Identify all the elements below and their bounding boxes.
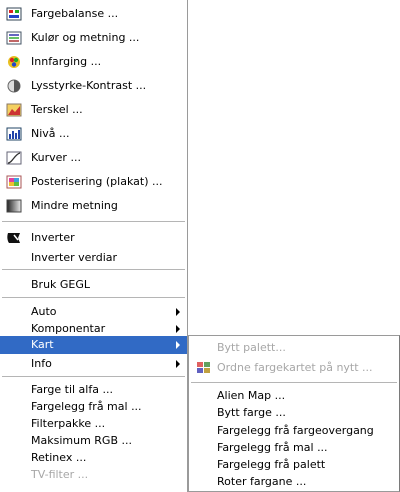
invert-icon	[6, 231, 22, 245]
menu-item-levels[interactable]: Nivå ...	[0, 124, 187, 144]
menu-item-use-gegl[interactable]: Bruk GEGL	[0, 275, 187, 295]
color-balance-icon	[6, 7, 22, 21]
menu-item-label: Nivå ...	[31, 127, 70, 140]
hue-saturation-icon	[6, 31, 22, 45]
menu-item-label: Inverter	[31, 231, 75, 244]
submenu-item-rearrange-colormap[interactable]: Ordne fargekartet på nytt ...	[189, 358, 399, 378]
menu-item-curves[interactable]: Kurver ...	[0, 148, 187, 168]
menu-item-threshold[interactable]: Terskel ...	[0, 100, 187, 120]
menu-item-brightness-contrast[interactable]: Lysstyrke-Kontrast ...	[0, 76, 187, 96]
menu-separator	[2, 221, 185, 222]
rearrange-colormap-icon	[196, 361, 212, 375]
desaturate-icon	[6, 199, 22, 213]
curves-icon	[6, 151, 22, 165]
menu-separator	[191, 382, 397, 383]
menu-separator	[2, 269, 185, 270]
menu-item-label: Inverter verdiar	[31, 251, 118, 264]
menu-item-label: Posterisering (plakat) ...	[31, 175, 163, 188]
menu-item-colorize[interactable]: Innfarging ...	[0, 52, 187, 72]
menu-item-tv-filter[interactable]: TV-filter ...	[0, 465, 187, 485]
submenu-arrow-icon	[176, 341, 180, 349]
menu-item-label: Kart	[31, 338, 54, 351]
submenu-arrow-icon	[176, 325, 180, 333]
menu-item-label: Ordne fargekartet på nytt ...	[217, 361, 373, 374]
menu-item-color-balance[interactable]: Fargebalanse ...	[0, 4, 187, 24]
colorize-icon	[6, 55, 22, 69]
submenu-arrow-icon	[176, 360, 180, 368]
colors-menu: Fargebalanse ... Kulør og metning ... In…	[0, 0, 188, 492]
submenu-item-rotate-colors[interactable]: Roter fargane ...	[189, 472, 399, 492]
menu-item-hue-saturation[interactable]: Kulør og metning ...	[0, 28, 187, 48]
menu-item-label: Bytt palett...	[217, 341, 286, 354]
threshold-icon	[6, 103, 22, 117]
map-submenu: Bytt palett... Ordne fargekartet på nytt…	[188, 335, 400, 492]
menu-item-label: Bytt farge ...	[217, 406, 286, 419]
levels-icon	[6, 127, 22, 141]
submenu-arrow-icon	[176, 308, 180, 316]
menu-item-info[interactable]: Info	[0, 354, 187, 374]
menu-item-map[interactable]: Kart	[0, 336, 187, 354]
menu-item-label: Roter fargane ...	[217, 475, 307, 488]
menu-item-label: Fargebalanse ...	[31, 7, 119, 20]
menu-item-invert[interactable]: Inverter	[0, 228, 187, 248]
menu-separator	[2, 297, 185, 298]
menu-item-desaturate[interactable]: Mindre metning	[0, 196, 187, 216]
menu-item-label: Terskel ...	[31, 103, 83, 116]
menu-item-label: Kurver ...	[31, 151, 81, 164]
menu-item-label: Innfarging ...	[31, 55, 102, 68]
posterize-icon	[6, 175, 22, 189]
submenu-item-color-exchange[interactable]: Bytt farge ...	[189, 403, 399, 423]
menu-item-label: Lysstyrke-Kontrast ...	[31, 79, 147, 92]
menu-item-label: Info	[31, 357, 52, 370]
menu-item-label: Kulør og metning ...	[31, 31, 140, 44]
menu-item-label: Bruk GEGL	[31, 278, 91, 291]
menu-item-value-invert[interactable]: Inverter verdiar	[0, 248, 187, 268]
submenu-item-set-colormap[interactable]: Bytt palett...	[189, 338, 399, 358]
menu-separator	[2, 376, 185, 377]
brightness-contrast-icon	[6, 79, 22, 93]
menu-item-label: TV-filter ...	[31, 468, 89, 481]
menu-item-label: Mindre metning	[31, 199, 118, 212]
menu-item-posterize[interactable]: Posterisering (plakat) ...	[0, 172, 187, 192]
